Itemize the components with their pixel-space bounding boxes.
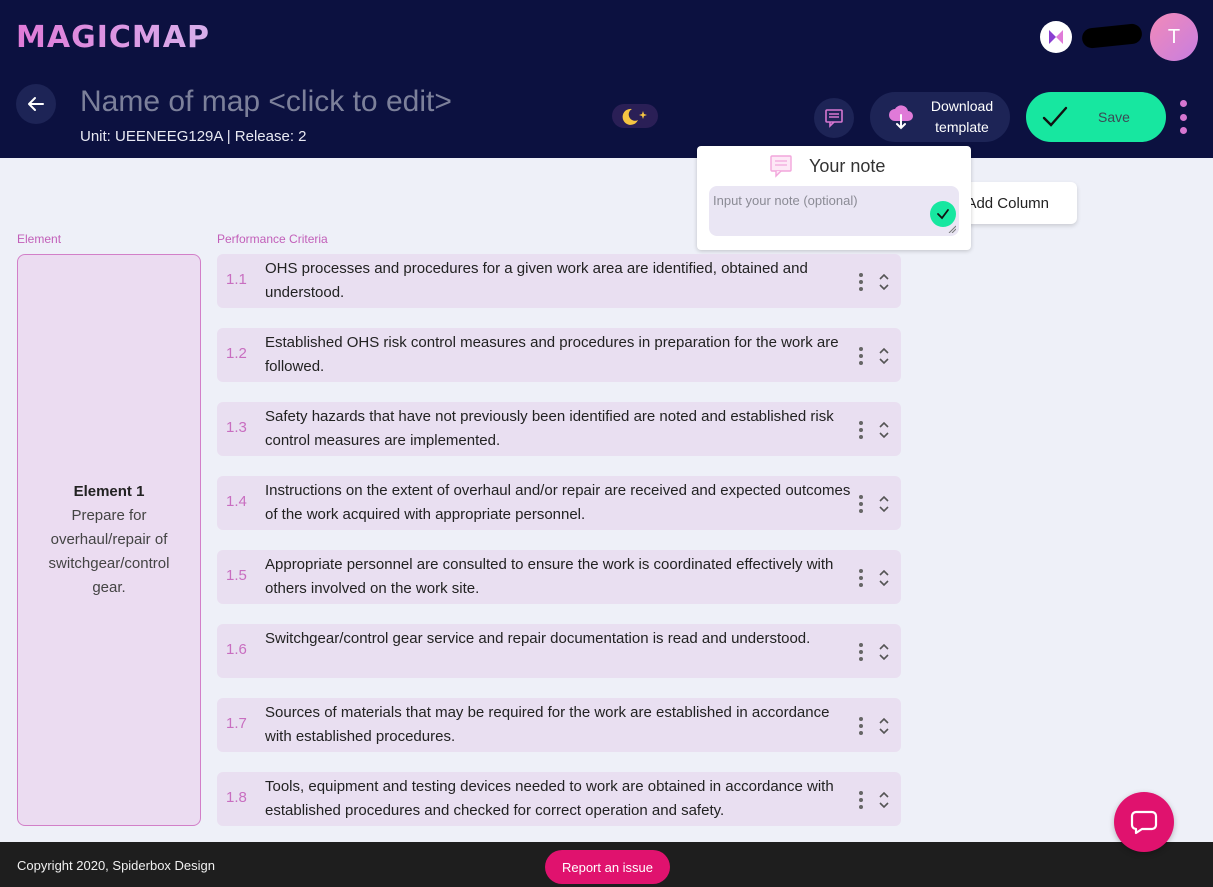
arrow-left-icon (28, 97, 44, 111)
save-button[interactable]: Save (1026, 92, 1166, 142)
moon-stars-icon (622, 108, 647, 125)
checkmark-icon (937, 209, 949, 220)
criteria-row[interactable]: 1.6 Switchgear/control gear service and … (217, 624, 901, 678)
criteria-text: OHS processes and procedures for a given… (265, 260, 808, 301)
more-options-icon[interactable] (1174, 100, 1192, 134)
app-header: MAGICMAP T Name of map <click to edit> U… (0, 0, 1213, 158)
criteria-text: Tools, equipment and testing devices nee… (265, 778, 834, 819)
criteria-number: 1.1 (226, 271, 247, 288)
criteria-row[interactable]: 1.7 Sources of materials that may be req… (217, 698, 901, 752)
criteria-number: 1.3 (226, 419, 247, 436)
criteria-number: 1.6 (226, 641, 247, 658)
row-options-icon[interactable] (857, 421, 865, 439)
criteria-row[interactable]: 1.8 Tools, equipment and testing devices… (217, 772, 901, 826)
criteria-text: Switchgear/control gear service and repa… (265, 630, 811, 647)
criteria-row[interactable]: 1.5 Appropriate personnel are consulted … (217, 550, 901, 604)
back-button[interactable] (16, 84, 56, 124)
criteria-text: Sources of materials that may be require… (265, 704, 830, 745)
comment-icon (825, 109, 843, 128)
reorder-arrows-icon[interactable] (877, 493, 891, 515)
criteria-row[interactable]: 1.2 Established OHS risk control measure… (217, 328, 901, 382)
copyright-text: Copyright 2020, Spiderbox Design (17, 858, 216, 873)
element-card[interactable]: Element 1 Prepare for overhaul/repair of… (17, 254, 201, 826)
checkmark-icon (1042, 105, 1072, 129)
download-template-label: Download template (930, 98, 994, 135)
reorder-arrows-icon[interactable] (877, 345, 891, 367)
comment-icon (770, 155, 792, 178)
unit-release-label: Unit: UEENEEG129A | Release: 2 (80, 128, 307, 145)
note-input[interactable]: Input your note (optional) (709, 186, 959, 236)
note-popover-header: Your note (769, 154, 885, 178)
brand-badge-icon[interactable] (1040, 21, 1072, 53)
row-options-icon[interactable] (857, 273, 865, 291)
criteria-column-label: Performance Criteria (217, 232, 328, 246)
criteria-text: Instructions on the extent of overhaul a… (265, 482, 851, 523)
row-options-icon[interactable] (857, 569, 865, 587)
criteria-number: 1.2 (226, 345, 247, 362)
row-options-icon[interactable] (857, 791, 865, 809)
element-description: Prepare for overhaul/repair of switchgea… (48, 507, 170, 596)
chat-bubble-icon (1130, 810, 1158, 835)
resize-grip-icon[interactable] (948, 225, 956, 233)
note-title: Your note (809, 155, 886, 176)
element-title: Element 1 (73, 483, 145, 500)
criteria-number: 1.8 (226, 789, 247, 806)
criteria-row[interactable]: 1.4 Instructions on the extent of overha… (217, 476, 901, 530)
criteria-number: 1.7 (226, 715, 247, 732)
app-footer: Copyright 2020, Spiderbox Design Report … (0, 842, 1213, 887)
criteria-text: Established OHS risk control measures an… (265, 334, 839, 375)
criteria-text: Safety hazards that have not previously … (265, 408, 834, 449)
row-options-icon[interactable] (857, 347, 865, 365)
element-column-label: Element (17, 232, 62, 246)
row-options-icon[interactable] (857, 495, 865, 513)
redacted-username (1081, 22, 1143, 50)
reorder-arrows-icon[interactable] (877, 271, 891, 293)
reorder-arrows-icon[interactable] (877, 715, 891, 737)
report-issue-button[interactable]: Report an issue (545, 850, 670, 884)
row-options-icon[interactable] (857, 643, 865, 661)
criteria-text: Appropriate personnel are consulted to e… (265, 556, 834, 597)
download-template-button[interactable]: Download template (870, 92, 1010, 142)
row-options-icon[interactable] (857, 717, 865, 735)
dark-mode-toggle[interactable] (612, 104, 658, 128)
reorder-arrows-icon[interactable] (877, 789, 891, 811)
user-avatar[interactable]: T (1150, 13, 1198, 61)
reorder-arrows-icon[interactable] (877, 567, 891, 589)
note-popover: Your note Input your note (optional) (697, 146, 971, 250)
magicmap-logo[interactable]: MAGICMAP (16, 20, 210, 55)
confirm-note-button[interactable] (930, 201, 956, 227)
save-label: Save (1098, 109, 1130, 125)
criteria-number: 1.5 (226, 567, 247, 584)
chat-launcher-button[interactable] (1114, 792, 1174, 852)
map-title-input[interactable]: Name of map <click to edit> (80, 85, 456, 125)
note-button[interactable] (814, 98, 854, 138)
reorder-arrows-icon[interactable] (877, 641, 891, 663)
reorder-arrows-icon[interactable] (877, 419, 891, 441)
cloud-download-icon (886, 103, 916, 131)
criteria-row[interactable]: 1.1 OHS processes and procedures for a g… (217, 254, 901, 308)
criteria-row[interactable]: 1.3 Safety hazards that have not previou… (217, 402, 901, 456)
criteria-number: 1.4 (226, 493, 247, 510)
